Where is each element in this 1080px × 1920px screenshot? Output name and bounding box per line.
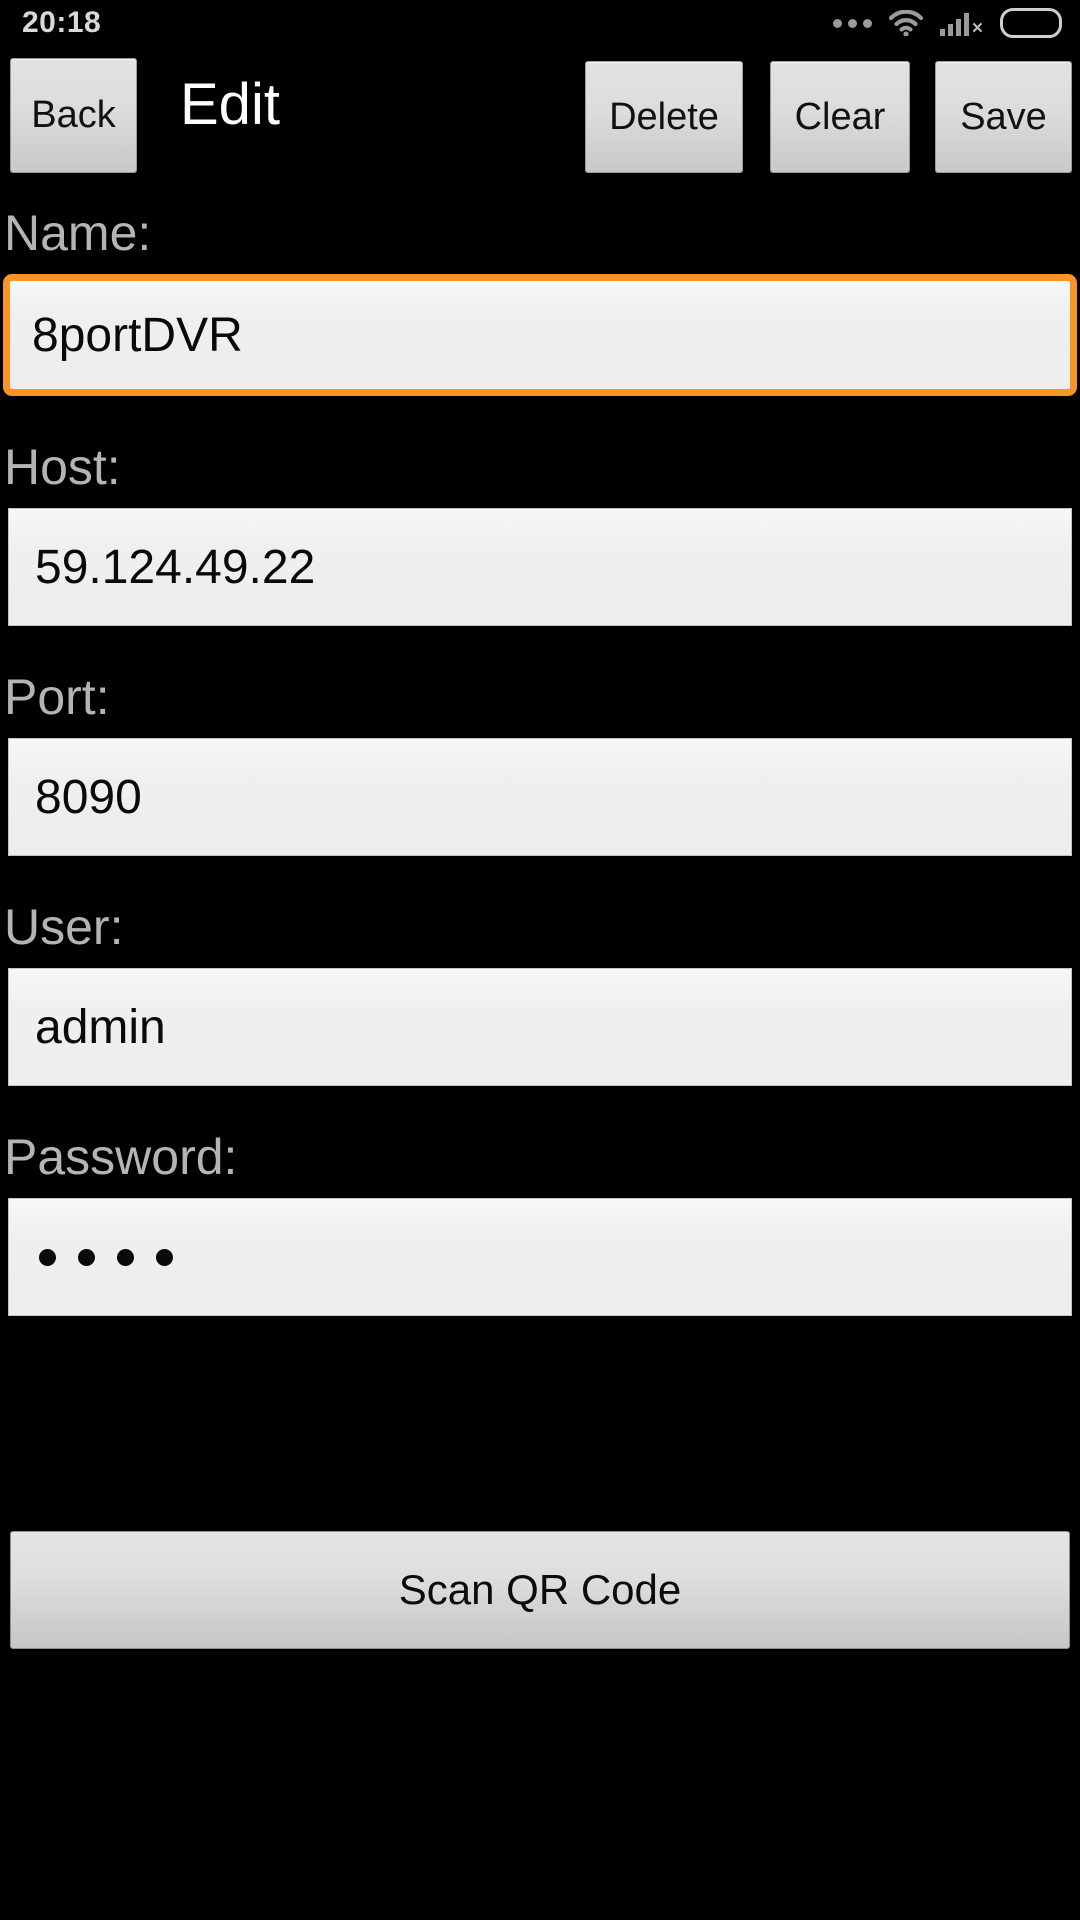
host-label: Host: (4, 439, 121, 495)
battery-full-icon (1000, 8, 1062, 38)
scan-qr-code-button[interactable]: Scan QR Code (10, 1531, 1070, 1649)
wifi-icon (888, 9, 924, 37)
cellular-no-service-x-icon: × (971, 18, 983, 39)
port-label: Port: (4, 669, 110, 725)
host-input[interactable]: 59.124.49.22 (8, 508, 1072, 626)
clear-button[interactable]: Clear (770, 61, 910, 173)
page-title: Edit (180, 72, 280, 137)
name-input[interactable]: 8portDVR (3, 274, 1077, 396)
name-label: Name: (4, 205, 152, 261)
status-clock: 20:18 (22, 6, 102, 39)
field-group-port: Port: 8090 (0, 630, 1080, 856)
save-button[interactable]: Save (935, 61, 1072, 173)
status-icon-group: × (833, 8, 1062, 38)
port-input[interactable]: 8090 (8, 738, 1072, 856)
action-bar: Back Edit Delete Clear Save (0, 48, 1080, 173)
field-group-host: Host: 59.124.49.22 (0, 400, 1080, 626)
more-dots-icon (833, 18, 872, 28)
field-group-password: Password: (0, 1090, 1080, 1316)
scan-button-container: Scan QR Code (0, 1531, 1080, 1649)
password-label: Password: (4, 1129, 238, 1185)
user-input[interactable]: admin (8, 968, 1072, 1086)
password-input[interactable] (8, 1198, 1072, 1316)
password-mask-dots (35, 1248, 173, 1266)
cellular-signal-icon: × (940, 10, 983, 39)
field-group-user: User: admin (0, 860, 1080, 1086)
app-screen: 20:18 × Back Edit Delete Clear Save Name… (0, 0, 1080, 1920)
edit-form: Name: 8portDVR Host: 59.124.49.22 Port: … (0, 166, 1080, 1320)
back-button[interactable]: Back (10, 58, 137, 173)
user-label: User: (4, 899, 124, 955)
field-group-name: Name: 8portDVR (0, 166, 1080, 396)
status-bar: 20:18 × (0, 0, 1080, 46)
delete-button[interactable]: Delete (585, 61, 743, 173)
